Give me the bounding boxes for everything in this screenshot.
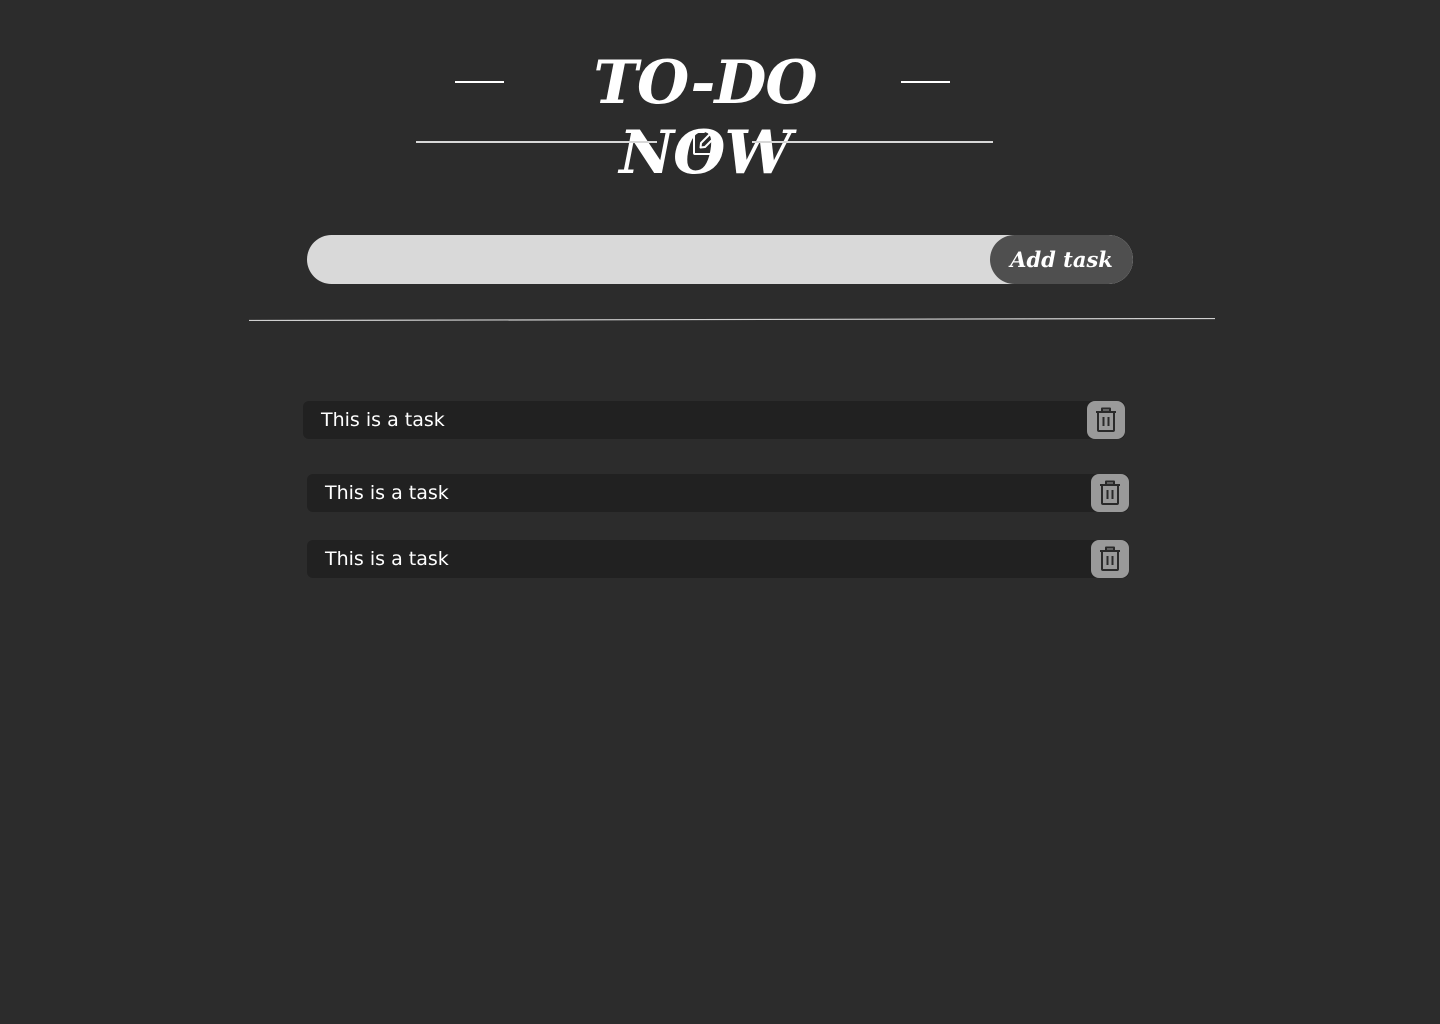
task-item: This is a task [307,474,1129,512]
task-label: This is a task [325,548,449,570]
task-input[interactable] [307,235,990,284]
task-label: This is a task [321,409,445,431]
add-task-button[interactable]: Add task [990,235,1133,284]
edit-icon [691,129,719,157]
trash-icon [1100,480,1120,505]
title-row: TO-DO NOW [0,48,1440,188]
header-rule-right [752,141,993,143]
add-task-bar: Add task [307,235,1133,284]
delete-task-button[interactable] [1091,540,1129,578]
delete-task-button[interactable] [1091,474,1129,512]
trash-icon [1096,407,1116,432]
section-divider [249,318,1215,321]
title-dash-right [901,81,950,83]
trash-icon [1100,546,1120,571]
title-dash-left [455,81,504,83]
header-rule-left [416,141,657,143]
task-item: This is a task [307,540,1129,578]
delete-task-button[interactable] [1087,401,1125,439]
page-title: TO-DO NOW [593,48,817,188]
task-label: This is a task [325,482,449,504]
task-item: This is a task [303,401,1125,439]
